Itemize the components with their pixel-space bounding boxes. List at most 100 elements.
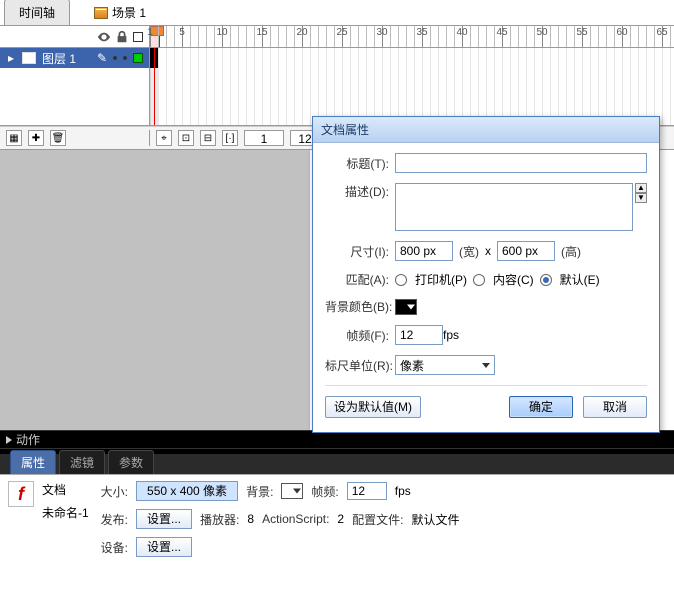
device-label: 设备: bbox=[101, 539, 128, 556]
tab-parameters[interactable]: 参数 bbox=[108, 450, 154, 474]
ok-label: 确定 bbox=[529, 400, 553, 414]
ruler-mark: 60 bbox=[616, 27, 627, 38]
pencil-icon: ✎ bbox=[97, 51, 107, 65]
fps-value-field[interactable]: 12 bbox=[347, 482, 387, 500]
ruler-unit-select[interactable]: 像素 bbox=[395, 355, 495, 375]
by-label: x bbox=[485, 244, 491, 258]
title-field[interactable] bbox=[395, 153, 647, 173]
size-value: 550 x 400 像素 bbox=[147, 484, 227, 498]
label-bg: 背景颜色(B): bbox=[325, 298, 395, 315]
layer-color-swatch[interactable] bbox=[133, 53, 143, 63]
tab-filters-label: 滤镜 bbox=[70, 456, 94, 470]
ruler-mark: 5 bbox=[179, 27, 185, 38]
fps-label: 帧频: bbox=[311, 483, 338, 500]
ruler-mark: 10 bbox=[216, 27, 227, 38]
new-layer-button[interactable]: ▦ bbox=[6, 130, 22, 146]
publish-settings-button[interactable]: 设置... bbox=[136, 509, 192, 529]
flash-doc-icon: f bbox=[8, 481, 34, 507]
height-field[interactable] bbox=[497, 241, 555, 261]
width-paren: (宽) bbox=[459, 243, 479, 260]
size-button[interactable]: 550 x 400 像素 bbox=[136, 481, 238, 501]
radio-printer-label: 打印机(P) bbox=[415, 271, 467, 288]
label-ruler-unit: 标尺单位(R): bbox=[325, 357, 395, 374]
set-default-button[interactable]: 设为默认值(M) bbox=[325, 396, 421, 418]
timeline-ruler[interactable]: 1510152025303540455055606570 bbox=[150, 26, 674, 47]
radio-printer[interactable] bbox=[395, 274, 407, 286]
center-frame-button[interactable]: ⌖ bbox=[156, 130, 172, 146]
actions-label: 动作 bbox=[16, 431, 40, 448]
layer-dot-lock[interactable] bbox=[123, 56, 127, 60]
tab-properties[interactable]: 属性 bbox=[10, 450, 56, 474]
label-size: 尺寸(I): bbox=[325, 243, 395, 260]
as-label: ActionScript: bbox=[262, 512, 329, 526]
ok-button[interactable]: 确定 bbox=[509, 396, 573, 418]
label-description: 描述(D): bbox=[325, 183, 395, 200]
stage-pasteboard bbox=[0, 150, 310, 430]
cancel-button[interactable]: 取消 bbox=[583, 396, 647, 418]
ruler-mark: 15 bbox=[256, 27, 267, 38]
layer-toggle-icon[interactable]: ▸ bbox=[6, 51, 16, 65]
eye-icon[interactable] bbox=[97, 30, 111, 44]
label-match: 匹配(A): bbox=[325, 271, 395, 288]
layer-name: 图层 1 bbox=[42, 50, 76, 67]
radio-default[interactable] bbox=[540, 274, 552, 286]
config-value: 默认文件 bbox=[411, 511, 459, 528]
fps-unit: fps bbox=[443, 328, 459, 342]
label-framerate: 帧频(F): bbox=[325, 327, 395, 344]
triangle-right-icon bbox=[6, 436, 12, 444]
onion-skin-button[interactable]: ⊡ bbox=[178, 130, 194, 146]
device-settings-button[interactable]: 设置... bbox=[136, 537, 192, 557]
radio-content[interactable] bbox=[473, 274, 485, 286]
doc-name: 未命名-1 bbox=[42, 504, 89, 521]
background-color-swatch[interactable] bbox=[395, 299, 417, 315]
tab-properties-label: 属性 bbox=[21, 456, 45, 470]
onion-outline-button[interactable]: ⊟ bbox=[200, 130, 216, 146]
new-folder-button[interactable]: ✚ bbox=[28, 130, 44, 146]
layer-dot-vis[interactable] bbox=[113, 56, 117, 60]
player-label: 播放器: bbox=[200, 511, 239, 528]
description-field[interactable] bbox=[395, 183, 633, 231]
layer-type-icon bbox=[22, 52, 36, 64]
playhead-line bbox=[154, 48, 155, 125]
ruler-mark: 55 bbox=[576, 27, 587, 38]
ruler-mark: 45 bbox=[496, 27, 507, 38]
dialog-title: 文档属性 bbox=[313, 117, 659, 143]
set-default-label: 设为默认值(M) bbox=[334, 400, 412, 414]
ruler-mark: 25 bbox=[336, 27, 347, 38]
framerate-field[interactable] bbox=[395, 325, 443, 345]
bg-swatch[interactable] bbox=[281, 483, 303, 499]
player-value: 8 bbox=[247, 512, 254, 526]
width-field[interactable] bbox=[395, 241, 453, 261]
desc-spin-up[interactable]: ▲ bbox=[635, 183, 647, 193]
outline-icon[interactable] bbox=[133, 32, 143, 42]
cancel-label: 取消 bbox=[603, 400, 627, 414]
layer-column-head bbox=[0, 26, 150, 47]
height-paren: (高) bbox=[561, 243, 581, 260]
tab-timeline[interactable]: 时间轴 bbox=[4, 0, 70, 25]
tab-timeline-label: 时间轴 bbox=[19, 6, 55, 20]
edit-multi-button[interactable]: [·] bbox=[222, 130, 238, 146]
ruler-mark: 30 bbox=[376, 27, 387, 38]
tab-filters[interactable]: 滤镜 bbox=[59, 450, 105, 474]
doc-label: 文档 bbox=[42, 481, 89, 498]
ruler-mark: 40 bbox=[456, 27, 467, 38]
current-frame-field[interactable]: 1 bbox=[244, 130, 284, 146]
radio-content-label: 内容(C) bbox=[493, 271, 534, 288]
publish-label: 发布: bbox=[101, 511, 128, 528]
scene-selector[interactable]: 场景 1 bbox=[84, 0, 156, 25]
delete-layer-button[interactable]: 🗑 bbox=[50, 130, 66, 146]
device-settings-label: 设置... bbox=[147, 540, 181, 554]
document-properties-dialog: 文档属性 标题(T): 描述(D): ▲▼ 尺寸(I): (宽) x (高) 匹… bbox=[312, 116, 660, 433]
lock-icon[interactable] bbox=[115, 30, 129, 44]
fps-unit-label: fps bbox=[395, 484, 411, 498]
config-label: 配置文件: bbox=[352, 511, 403, 528]
desc-spin-down[interactable]: ▼ bbox=[635, 193, 647, 203]
ruler-unit-value: 像素 bbox=[400, 357, 424, 374]
scene-label: 场景 1 bbox=[112, 4, 146, 21]
chevron-down-icon bbox=[482, 363, 490, 368]
ruler-mark: 50 bbox=[536, 27, 547, 38]
ruler-mark: 1 bbox=[147, 27, 153, 38]
timeline-frames[interactable] bbox=[150, 48, 674, 125]
layer-row[interactable]: ▸ 图层 1 ✎ bbox=[0, 48, 149, 68]
as-value: 2 bbox=[337, 512, 344, 526]
